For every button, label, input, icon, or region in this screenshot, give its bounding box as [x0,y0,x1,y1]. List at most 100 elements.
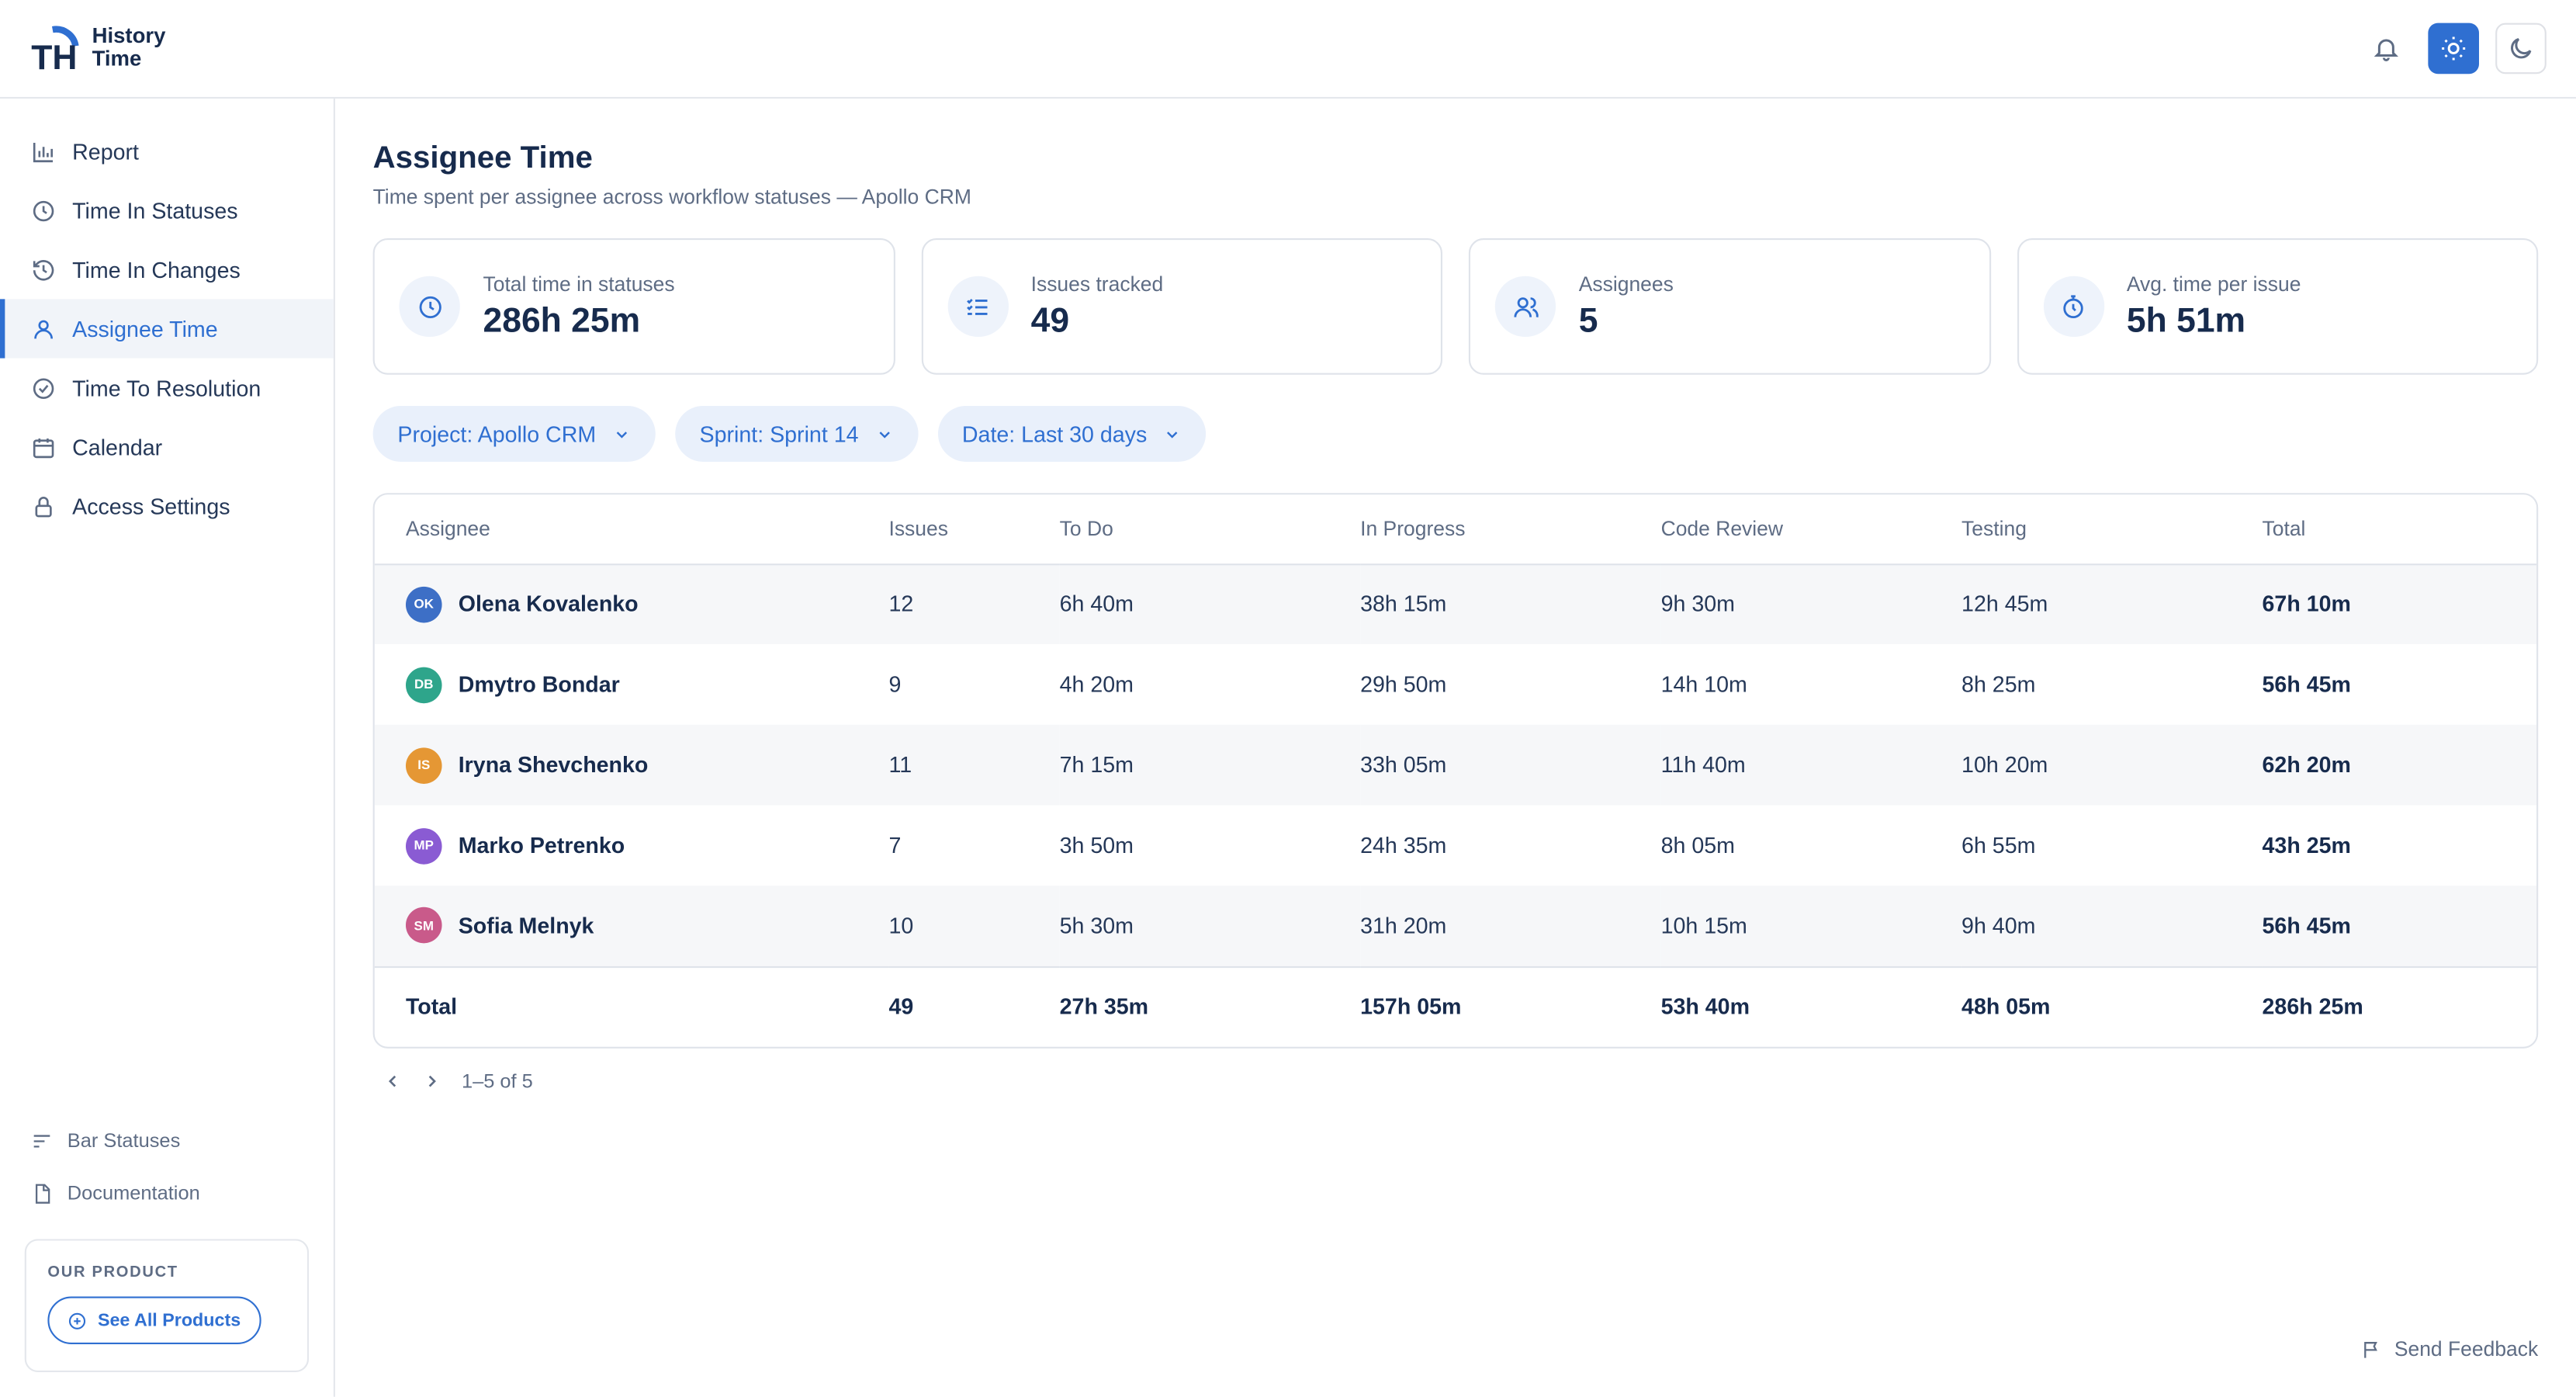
total-cell: 56h 45m [2262,913,2351,938]
project-filter-label: Project: Apollo CRM [397,421,597,446]
table-row[interactable]: SM Sofia Melnyk 10 5h 30m 31h 20m 10h 15m… [374,886,2537,966]
calendar-icon [33,437,54,458]
assignee-name: Iryna Shevchenko [458,752,649,778]
user-icon [34,319,54,338]
pagination-range: 1–5 of 5 [461,1069,533,1094]
column-header-todo[interactable]: To Do [1059,494,1361,565]
in-progress-cell: 31h 20m [1360,913,1447,938]
stat-label: Assignees [1578,272,1674,296]
total-todo-cell: 27h 35m [1059,994,1149,1020]
stat-value: 286h 25m [483,301,641,340]
lock-icon [35,495,52,517]
checklist-icon [967,297,988,314]
stopwatch-icon [2063,294,2083,317]
stat-value: 5 [1578,301,1598,340]
stat-cards: Total time in statuses 286h 25m Issues t… [372,238,2539,375]
sidebar-item-label: Time To Resolution [72,375,261,400]
stat-card-total-time: Total time in statuses 286h 25m [372,238,895,375]
chevron-left-icon[interactable] [383,1071,402,1090]
chevron-right-icon[interactable] [422,1071,441,1090]
issues-cell: 7 [888,833,902,858]
notifications-button[interactable] [2361,23,2412,75]
table-row[interactable]: OK Olena Kovalenko 12 6h 40m 38h 15m 9h 3… [374,563,2537,644]
page-subtitle: Time spent per assignee across workflow … [372,185,971,209]
sidebar-item-report[interactable]: Report [0,122,334,181]
table-header-row: Assignee Issues To Do In Progress Code R… [374,494,2537,565]
flag-icon [2365,1340,2378,1357]
clock-icon [33,199,54,221]
sidebar-item-access-settings[interactable]: Access Settings [0,477,334,536]
light-theme-button[interactable] [2428,23,2480,75]
todo-cell: 4h 20m [1059,671,1134,697]
documentation-link[interactable]: Documentation [0,1166,334,1219]
column-header-in-progress[interactable]: In Progress [1360,494,1661,565]
total-in-progress-cell: 157h 05m [1360,994,1462,1020]
page-title: Assignee Time [372,141,593,176]
column-header-testing[interactable]: Testing [1961,494,2263,565]
table-row[interactable]: MP Marko Petrenko 7 3h 50m 24h 35m 8h 05m… [375,805,2536,886]
code-review-cell: 8h 05m [1660,833,1735,858]
moon-icon [2511,38,2532,59]
sprint-filter-label: Sprint: Sprint 14 [699,421,859,446]
testing-cell: 12h 45m [1961,591,2048,617]
avatar: DB [405,666,442,703]
stat-value: 5h 51m [2126,301,2246,340]
project-filter[interactable]: Project: Apollo CRM [372,405,656,462]
stat-label: Total time in statuses [483,272,675,296]
assignee-cell: MP Marko Petrenko [375,805,889,886]
total-label-cell: Total [405,994,458,1020]
todo-cell: 7h 15m [1059,752,1134,778]
sidebar-item-label: Calendar [72,435,163,459]
logo-mark-icon: TH [31,26,79,75]
avatar: OK [405,586,442,622]
sidebar-item-assignee-time[interactable]: Assignee Time [0,299,334,359]
todo-cell: 3h 50m [1059,833,1134,858]
stat-label: Avg. time per issue [2126,272,2301,296]
sprint-filter[interactable]: Sprint: Sprint 14 [674,405,918,462]
bell-icon [2373,39,2398,61]
stat-text: Total time in statuses 286h 25m [483,272,674,341]
stat-label: Issues tracked [1030,272,1164,296]
total-code-review-cell: 53h 40m [1660,994,1750,1020]
date-filter-label: Date: Last 30 days [961,421,1148,446]
filter-bar: Project: Apollo CRM Sprint: Sprint 14 Da… [372,405,1207,462]
sidebar-item-label: Time In Changes [72,257,241,283]
stat-icon-wrap [947,276,1008,338]
assignee-name-wrap: IS Iryna Shevchenko [405,747,888,783]
total-cell: 56h 45m [2262,671,2351,697]
app-logo[interactable]: TH History Time [29,19,165,76]
send-feedback-button[interactable]: Send Feedback [2361,1337,2538,1361]
column-header-total[interactable]: Total [2262,494,2537,565]
table-row[interactable]: DB Dmytro Bondar 9 4h 20m 29h 50m 14h 10m… [375,644,2536,725]
testing-cell: 6h 55m [1961,833,2036,858]
assignee-cell: DB Dmytro Bondar [375,644,889,725]
sidebar-item-calendar[interactable]: Calendar [0,418,334,477]
our-product-card: OUR PRODUCT See All Products [24,1239,310,1372]
chevron-down-icon [878,431,890,438]
column-header-assignee[interactable]: Assignee [374,494,889,565]
table-row[interactable]: IS Iryna Shevchenko 11 7h 15m 33h 05m 11h… [374,724,2537,806]
column-header-code-review[interactable]: Code Review [1660,494,1962,565]
total-cell: 43h 25m [2262,833,2351,858]
chevron-down-icon [1167,431,1178,438]
in-progress-cell: 29h 50m [1360,671,1447,697]
date-filter[interactable]: Date: Last 30 days [937,405,1207,462]
assignee-name-wrap: MP Marko Petrenko [405,827,888,864]
code-review-cell: 14h 10m [1660,671,1747,697]
dark-theme-button[interactable] [2495,23,2547,75]
bar-statuses-link[interactable]: Bar Statuses [0,1114,334,1167]
sidebar-item-time-in-statuses[interactable]: Time In Statuses [0,181,334,240]
pagination: 1–5 of 5 [383,1069,533,1094]
avatar: IS [405,747,442,783]
stat-text: Issues tracked 49 [1031,272,1164,341]
stat-card-avg-time: Avg. time per issue 5h 51m [2016,238,2539,375]
sidebar-item-time-to-resolution[interactable]: Time To Resolution [0,359,334,418]
sidebar-item-time-in-changes[interactable]: Time In Changes [0,240,334,299]
in-progress-cell: 24h 35m [1360,833,1447,858]
sidebar-item-label: Assignee Time [72,316,218,341]
testing-cell: 10h 20m [1961,752,2048,778]
see-all-products-button[interactable]: See All Products [47,1296,261,1344]
assignee-cell: SM Sofia Melnyk [375,886,889,966]
send-feedback-label: Send Feedback [2394,1337,2539,1361]
column-header-issues[interactable]: Issues [888,494,1060,565]
